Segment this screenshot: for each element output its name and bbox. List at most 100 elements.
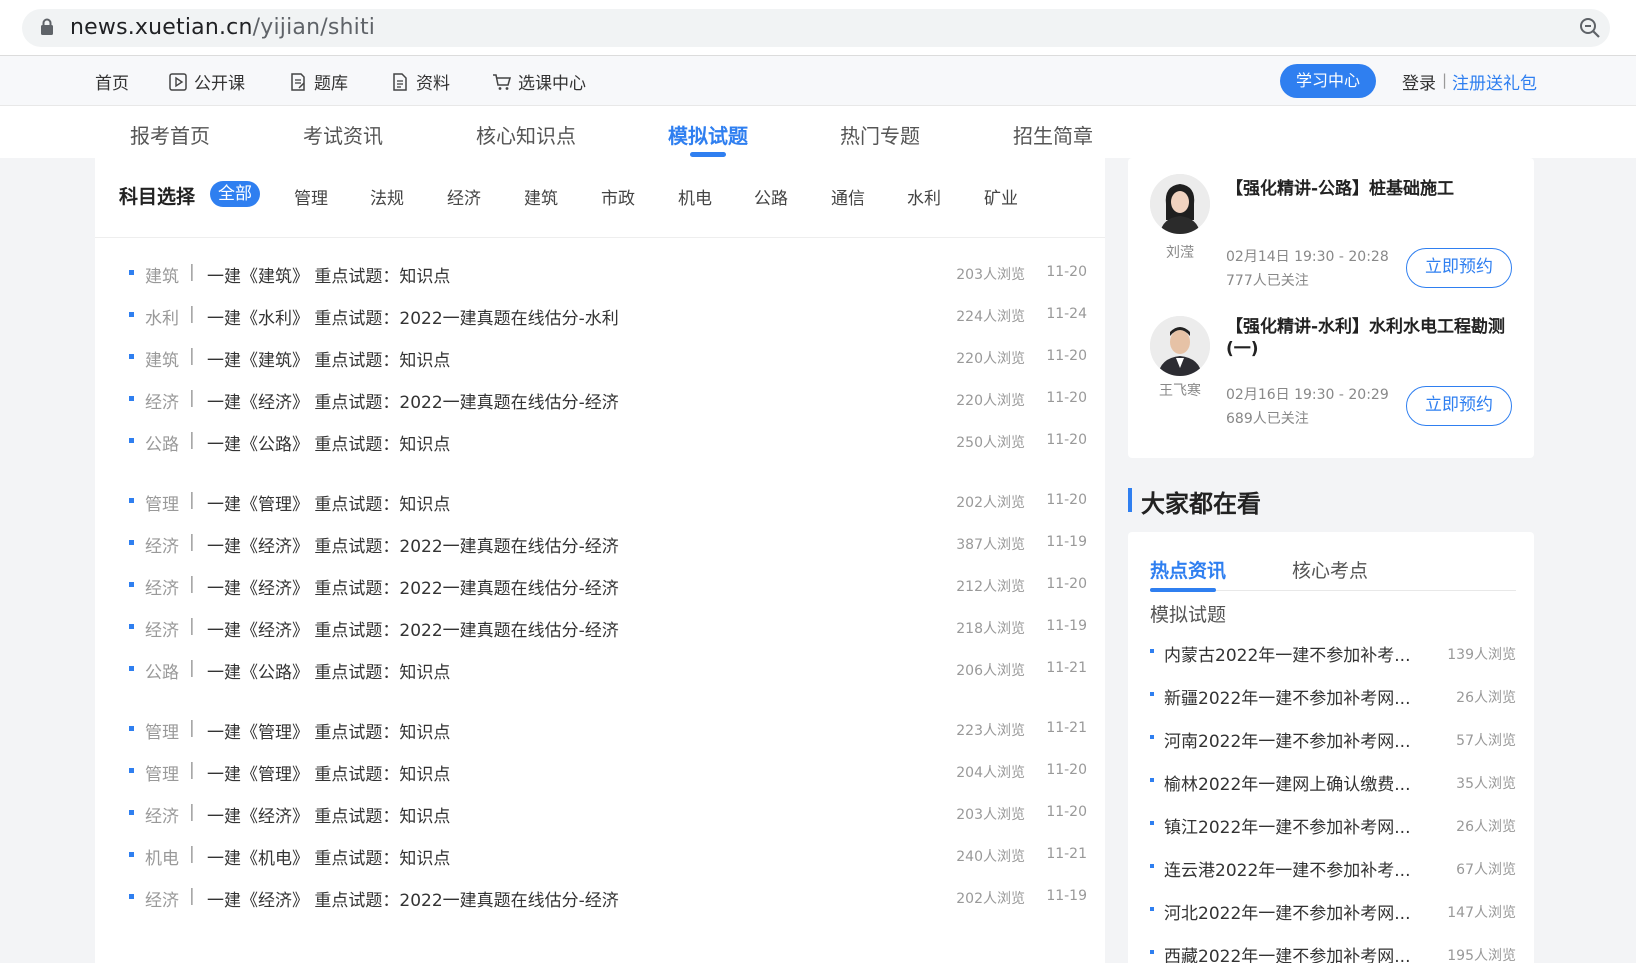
article-title[interactable]: 一建《水利》 重点试题：2022一建真题在线估分-水利 bbox=[207, 304, 619, 329]
popular-item-title[interactable]: 内蒙古2022年一建不参加补考... bbox=[1164, 641, 1414, 666]
article-title[interactable]: 一建《管理》 重点试题：知识点 bbox=[207, 718, 450, 743]
list-item[interactable]: 内蒙古2022年一建不参加补考... 139人浏览 bbox=[1128, 636, 1534, 666]
list-item[interactable]: 新疆2022年一建不参加补考网... 26人浏览 bbox=[1128, 679, 1534, 709]
subject-highway[interactable]: 公路 bbox=[754, 184, 788, 209]
article-category[interactable]: 经济 bbox=[145, 388, 179, 413]
popular-item-views: 139人浏览 bbox=[1447, 647, 1516, 663]
popular-item-title[interactable]: 西藏2022年一建不参加补考网... bbox=[1164, 942, 1414, 963]
tab-core-points[interactable]: 核心考点 bbox=[1292, 556, 1368, 583]
article-title[interactable]: 一建《建筑》 重点试题：知识点 bbox=[207, 346, 450, 371]
list-item[interactable]: 西藏2022年一建不参加补考网... 195人浏览 bbox=[1128, 937, 1534, 963]
article-title[interactable]: 一建《机电》 重点试题：知识点 bbox=[207, 844, 450, 869]
subject-law[interactable]: 法规 bbox=[370, 184, 404, 209]
tab-hot-topics[interactable]: 热门专题 bbox=[840, 120, 920, 149]
article-title[interactable]: 一建《公路》 重点试题：知识点 bbox=[207, 430, 450, 455]
list-item[interactable]: 公路 | 一建《公路》 重点试题：知识点 206人浏览 11-21 bbox=[95, 654, 1105, 684]
article-category[interactable]: 经济 bbox=[145, 574, 179, 599]
article-title[interactable]: 一建《经济》 重点试题：2022一建真题在线估分-经济 bbox=[207, 532, 619, 557]
list-item[interactable]: 河北2022年一建不参加补考网... 147人浏览 bbox=[1128, 894, 1534, 924]
tab-admission[interactable]: 招生简章 bbox=[1013, 120, 1093, 149]
article-category[interactable]: 管理 bbox=[145, 760, 179, 785]
list-item[interactable]: 镇江2022年一建不参加补考网... 26人浏览 bbox=[1128, 808, 1534, 838]
article-title[interactable]: 一建《管理》 重点试题：知识点 bbox=[207, 490, 450, 515]
subject-electromech[interactable]: 机电 bbox=[678, 184, 712, 209]
article-category[interactable]: 经济 bbox=[145, 886, 179, 911]
article-title[interactable]: 一建《经济》 重点试题：2022一建真题在线估分-经济 bbox=[207, 574, 619, 599]
popular-item-title[interactable]: 镇江2022年一建不参加补考网... bbox=[1164, 813, 1414, 838]
study-center-button[interactable]: 学习中心 bbox=[1280, 64, 1376, 98]
list-item[interactable]: 水利 | 一建《水利》 重点试题：2022一建真题在线估分-水利 224人浏览 11-2… bbox=[95, 300, 1105, 330]
popular-item-title[interactable]: 河北2022年一建不参加补考网... bbox=[1164, 899, 1414, 924]
list-item[interactable]: 经济 | 一建《经济》 重点试题：2022一建真题在线估分-经济 202人浏览 11-1… bbox=[95, 882, 1105, 912]
tab-exam-home[interactable]: 报考首页 bbox=[130, 120, 210, 149]
zoom-icon[interactable] bbox=[1578, 16, 1602, 40]
nav-question-bank[interactable]: 题库 bbox=[288, 69, 348, 94]
article-category[interactable]: 建筑 bbox=[145, 262, 179, 287]
divider: | bbox=[189, 574, 195, 594]
article-category[interactable]: 建筑 bbox=[145, 346, 179, 371]
list-item[interactable]: 经济 | 一建《经济》 重点试题：2022一建真题在线估分-经济 218人浏览 11-1… bbox=[95, 612, 1105, 642]
article-category[interactable]: 管理 bbox=[145, 718, 179, 743]
list-item[interactable]: 榆林2022年一建网上确认缴费... 35人浏览 bbox=[1128, 765, 1534, 795]
list-item[interactable]: 管理 | 一建《管理》 重点试题：知识点 204人浏览 11-20 bbox=[95, 756, 1105, 786]
article-title[interactable]: 一建《经济》 重点试题：知识点 bbox=[207, 802, 450, 827]
list-item[interactable]: 管理 | 一建《管理》 重点试题：知识点 223人浏览 11-21 bbox=[95, 714, 1105, 744]
popular-item-title[interactable]: 新疆2022年一建不参加补考网... bbox=[1164, 684, 1414, 709]
bullet-icon bbox=[129, 624, 134, 629]
article-category[interactable]: 经济 bbox=[145, 532, 179, 557]
article-date: 11-21 bbox=[1046, 846, 1087, 862]
list-item[interactable]: 河南2022年一建不参加补考网... 57人浏览 bbox=[1128, 722, 1534, 752]
article-category[interactable]: 管理 bbox=[145, 490, 179, 515]
nav-materials[interactable]: 资料 bbox=[390, 69, 450, 94]
article-title[interactable]: 一建《经济》 重点试题：2022一建真题在线估分-经济 bbox=[207, 616, 619, 641]
list-item[interactable]: 经济 | 一建《经济》 重点试题：2022一建真题在线估分-经济 212人浏览 11-2… bbox=[95, 570, 1105, 600]
list-item[interactable]: 公路 | 一建《公路》 重点试题：知识点 250人浏览 11-20 bbox=[95, 426, 1105, 456]
subject-management[interactable]: 管理 bbox=[294, 184, 328, 209]
article-category[interactable]: 经济 bbox=[145, 616, 179, 641]
tab-exam-news[interactable]: 考试资讯 bbox=[303, 120, 383, 149]
section-accent-bar bbox=[1128, 488, 1132, 512]
article-title[interactable]: 一建《公路》 重点试题：知识点 bbox=[207, 658, 450, 683]
subject-all[interactable]: 全部 bbox=[210, 181, 260, 207]
popular-item-title[interactable]: 连云港2022年一建不参加补考... bbox=[1164, 856, 1414, 881]
article-category[interactable]: 水利 bbox=[145, 304, 179, 329]
tab-mock-exam[interactable]: 模拟试题 bbox=[668, 120, 748, 149]
reserve-button[interactable]: 立即预约 bbox=[1406, 248, 1512, 288]
list-item[interactable]: 连云港2022年一建不参加补考... 67人浏览 bbox=[1128, 851, 1534, 881]
article-title[interactable]: 一建《管理》 重点试题：知识点 bbox=[207, 760, 450, 785]
list-item[interactable]: 管理 | 一建《管理》 重点试题：知识点 202人浏览 11-20 bbox=[95, 486, 1105, 516]
article-category[interactable]: 公路 bbox=[145, 430, 179, 455]
article-title[interactable]: 一建《经济》 重点试题：2022一建真题在线估分-经济 bbox=[207, 886, 619, 911]
reserve-button[interactable]: 立即预约 bbox=[1406, 386, 1512, 426]
subject-economy[interactable]: 经济 bbox=[447, 184, 481, 209]
nav-home[interactable]: 首页 bbox=[95, 69, 129, 94]
subject-mining[interactable]: 矿业 bbox=[984, 184, 1018, 209]
nav-course-center[interactable]: 选课中心 bbox=[492, 69, 586, 94]
popular-item-views: 195人浏览 bbox=[1447, 948, 1516, 963]
article-category[interactable]: 机电 bbox=[145, 844, 179, 869]
popular-item-title[interactable]: 榆林2022年一建网上确认缴费... bbox=[1164, 770, 1414, 795]
list-item[interactable]: 建筑 | 一建《建筑》 重点试题：知识点 203人浏览 11-20 bbox=[95, 258, 1105, 288]
subject-building[interactable]: 建筑 bbox=[524, 184, 558, 209]
list-item[interactable]: 经济 | 一建《经济》 重点试题：2022一建真题在线估分-经济 220人浏览 11-2… bbox=[95, 384, 1105, 414]
tab-hot-news[interactable]: 热点资讯 bbox=[1150, 556, 1226, 583]
popular-item-title[interactable]: 河南2022年一建不参加补考网... bbox=[1164, 727, 1414, 752]
tab-core-knowledge[interactable]: 核心知识点 bbox=[476, 120, 576, 149]
register-link[interactable]: 注册送礼包 bbox=[1452, 69, 1537, 94]
list-item[interactable]: 机电 | 一建《机电》 重点试题：知识点 240人浏览 11-21 bbox=[95, 840, 1105, 870]
article-category[interactable]: 公路 bbox=[145, 658, 179, 683]
list-item[interactable]: 经济 | 一建《经济》 重点试题：2022一建真题在线估分-经济 387人浏览 11-1… bbox=[95, 528, 1105, 558]
login-link[interactable]: 登录 bbox=[1402, 69, 1436, 94]
subject-hydraulic[interactable]: 水利 bbox=[907, 184, 941, 209]
nav-open-class[interactable]: 公开课 bbox=[168, 69, 245, 94]
article-title[interactable]: 一建《经济》 重点试题：2022一建真题在线估分-经济 bbox=[207, 388, 619, 413]
list-item[interactable]: 经济 | 一建《经济》 重点试题：知识点 203人浏览 11-20 bbox=[95, 798, 1105, 828]
article-title[interactable]: 一建《建筑》 重点试题：知识点 bbox=[207, 262, 450, 287]
list-item[interactable]: 建筑 | 一建《建筑》 重点试题：知识点 220人浏览 11-20 bbox=[95, 342, 1105, 372]
url-text[interactable]: news.xuetian.cn/yijian/shiti bbox=[70, 15, 375, 40]
article-category[interactable]: 经济 bbox=[145, 802, 179, 827]
subject-municipal[interactable]: 市政 bbox=[601, 184, 635, 209]
live-course-title[interactable]: 【强化精讲-水利】水利水电工程勘测(一) bbox=[1226, 316, 1516, 360]
live-course-title[interactable]: 【强化精讲-公路】桩基础施工 bbox=[1226, 178, 1516, 200]
subject-telecom[interactable]: 通信 bbox=[831, 184, 865, 209]
